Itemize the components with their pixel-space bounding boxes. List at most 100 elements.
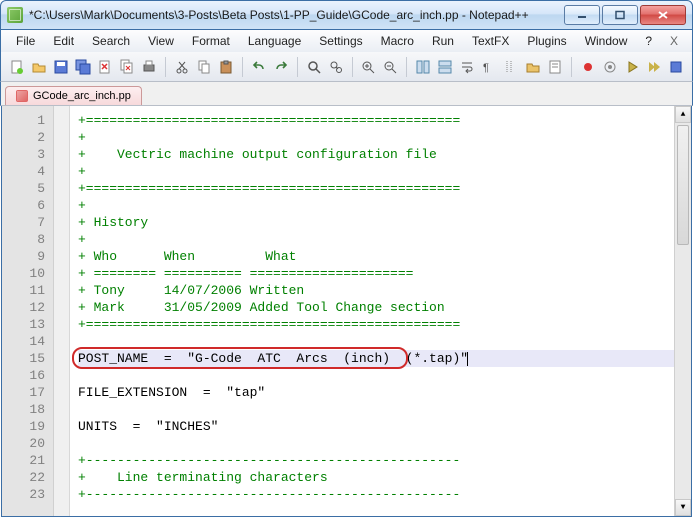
stop-rec-icon[interactable]	[600, 56, 620, 78]
code-line[interactable]: +	[78, 197, 674, 214]
line-number: 4	[2, 163, 45, 180]
print-icon[interactable]	[139, 56, 159, 78]
line-number: 5	[2, 180, 45, 197]
line-number: 8	[2, 231, 45, 248]
undo-icon[interactable]	[249, 56, 269, 78]
menu-view[interactable]: View	[139, 32, 183, 50]
line-number: 21	[2, 452, 45, 469]
code-line[interactable]: + Tony 14/07/2006 Written	[78, 282, 674, 299]
code-line[interactable]: +---------------------------------------…	[78, 452, 674, 469]
menubar: File Edit Search View Format Language Se…	[0, 30, 693, 52]
vertical-scrollbar[interactable]: ▲ ▼	[674, 106, 691, 516]
scroll-up-icon[interactable]: ▲	[675, 106, 691, 123]
file-tab[interactable]: GCode_arc_inch.pp	[5, 86, 142, 105]
indent-guide-icon[interactable]	[501, 56, 521, 78]
menu-window[interactable]: Window	[576, 32, 637, 50]
code-line[interactable]: +=======================================…	[78, 316, 674, 333]
code-line[interactable]: +	[78, 163, 674, 180]
code-line[interactable]: UNITS = "INCHES"	[78, 418, 674, 435]
zoom-in-icon[interactable]	[358, 56, 378, 78]
menu-settings[interactable]: Settings	[310, 32, 371, 50]
code-line[interactable]: +	[78, 129, 674, 146]
code-line[interactable]: + Mark 31/05/2009 Added Tool Change sect…	[78, 299, 674, 316]
save-macro-icon[interactable]	[666, 56, 686, 78]
record-icon[interactable]	[578, 56, 598, 78]
replace-icon[interactable]	[326, 56, 346, 78]
tab-label: GCode_arc_inch.pp	[33, 90, 131, 102]
code-line[interactable]	[78, 435, 674, 452]
code-line[interactable]: +---------------------------------------…	[78, 486, 674, 503]
open-file-icon[interactable]	[29, 56, 49, 78]
code-line[interactable]: +	[78, 231, 674, 248]
menubar-x[interactable]: X	[662, 32, 686, 50]
menu-search[interactable]: Search	[83, 32, 139, 50]
app-icon	[7, 7, 23, 23]
window-title: *C:\Users\Mark\Documents\3-Posts\Beta Po…	[29, 8, 562, 22]
line-number: 15	[2, 350, 45, 367]
line-number: 10	[2, 265, 45, 282]
maximize-button[interactable]	[602, 5, 638, 25]
editor: 1234567891011121314151617181920212223 +=…	[1, 106, 692, 517]
save-all-icon[interactable]	[73, 56, 93, 78]
menu-format[interactable]: Format	[183, 32, 239, 50]
close-file-icon[interactable]	[95, 56, 115, 78]
tab-modified-icon	[16, 90, 28, 102]
code-line[interactable]: + Vectric machine output configuration f…	[78, 146, 674, 163]
menu-edit[interactable]: Edit	[44, 32, 83, 50]
code-line[interactable]: FILE_EXTENSION = "tap"	[78, 384, 674, 401]
play-multi-icon[interactable]	[644, 56, 664, 78]
wrap-icon[interactable]	[457, 56, 477, 78]
save-icon[interactable]	[51, 56, 71, 78]
menu-plugins[interactable]: Plugins	[518, 32, 575, 50]
line-number: 19	[2, 418, 45, 435]
code-line[interactable]	[78, 367, 674, 384]
close-all-icon[interactable]	[117, 56, 137, 78]
line-number-gutter: 1234567891011121314151617181920212223	[2, 106, 54, 516]
menu-language[interactable]: Language	[239, 32, 310, 50]
sync-v-icon[interactable]	[413, 56, 433, 78]
line-number: 7	[2, 214, 45, 231]
menu-file[interactable]: File	[7, 32, 44, 50]
toolbar: ¶	[0, 52, 693, 82]
copy-icon[interactable]	[194, 56, 214, 78]
fold-margin	[54, 106, 70, 516]
doc-list-icon[interactable]	[545, 56, 565, 78]
zoom-out-icon[interactable]	[380, 56, 400, 78]
scroll-down-icon[interactable]: ▼	[675, 499, 691, 516]
line-number: 17	[2, 384, 45, 401]
play-icon[interactable]	[622, 56, 642, 78]
show-invis-icon[interactable]: ¶	[479, 56, 499, 78]
menu-run[interactable]: Run	[423, 32, 463, 50]
line-number: 2	[2, 129, 45, 146]
menu-textfx[interactable]: TextFX	[463, 32, 518, 50]
code-line[interactable]: + Who When What	[78, 248, 674, 265]
code-line[interactable]: + ======== ========== ==================…	[78, 265, 674, 282]
code-line[interactable]: + History	[78, 214, 674, 231]
redo-icon[interactable]	[271, 56, 291, 78]
tab-bar: GCode_arc_inch.pp	[0, 82, 693, 106]
line-number: 20	[2, 435, 45, 452]
menu-help[interactable]: ?	[636, 32, 661, 50]
code-line[interactable]: +=======================================…	[78, 180, 674, 197]
line-number: 22	[2, 469, 45, 486]
code-area[interactable]: +=======================================…	[70, 106, 674, 516]
paste-icon[interactable]	[216, 56, 236, 78]
line-number: 18	[2, 401, 45, 418]
close-button[interactable]	[640, 5, 686, 25]
menu-macro[interactable]: Macro	[372, 32, 423, 50]
cut-icon[interactable]	[172, 56, 192, 78]
code-line[interactable]: +=======================================…	[78, 112, 674, 129]
code-line[interactable]	[78, 401, 674, 418]
new-file-icon[interactable]	[7, 56, 27, 78]
scroll-thumb[interactable]	[677, 125, 689, 245]
scroll-track[interactable]	[675, 123, 691, 499]
folder-icon[interactable]	[523, 56, 543, 78]
line-number: 14	[2, 333, 45, 350]
code-line[interactable]: + Line terminating characters	[78, 469, 674, 486]
code-line[interactable]: POST_NAME = "G-Code ATC Arcs (inch) (*.t…	[78, 350, 674, 367]
code-line[interactable]	[78, 333, 674, 350]
find-icon[interactable]	[304, 56, 324, 78]
minimize-button[interactable]	[564, 5, 600, 25]
line-number: 12	[2, 299, 45, 316]
sync-h-icon[interactable]	[435, 56, 455, 78]
